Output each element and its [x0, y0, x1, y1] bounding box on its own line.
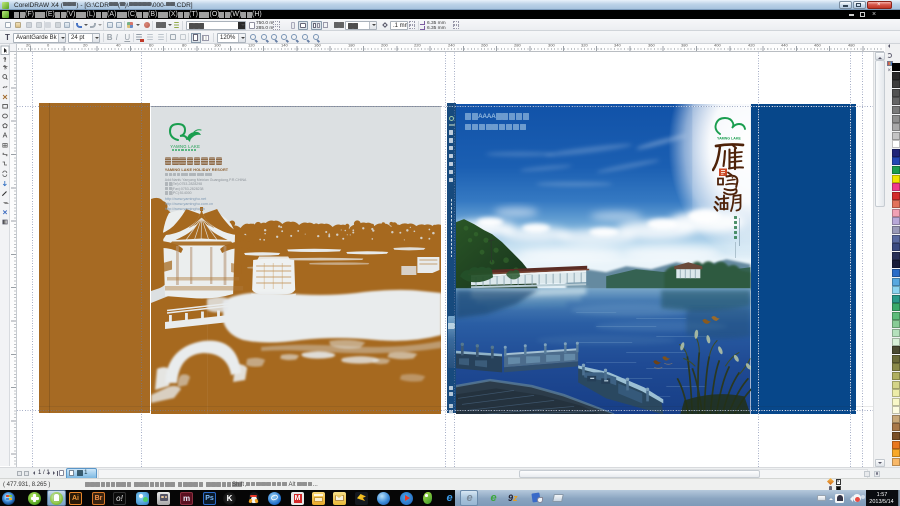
- svg-text:YAMNG LAKE: YAMNG LAKE: [717, 136, 741, 140]
- svg-text:A: A: [3, 133, 8, 140]
